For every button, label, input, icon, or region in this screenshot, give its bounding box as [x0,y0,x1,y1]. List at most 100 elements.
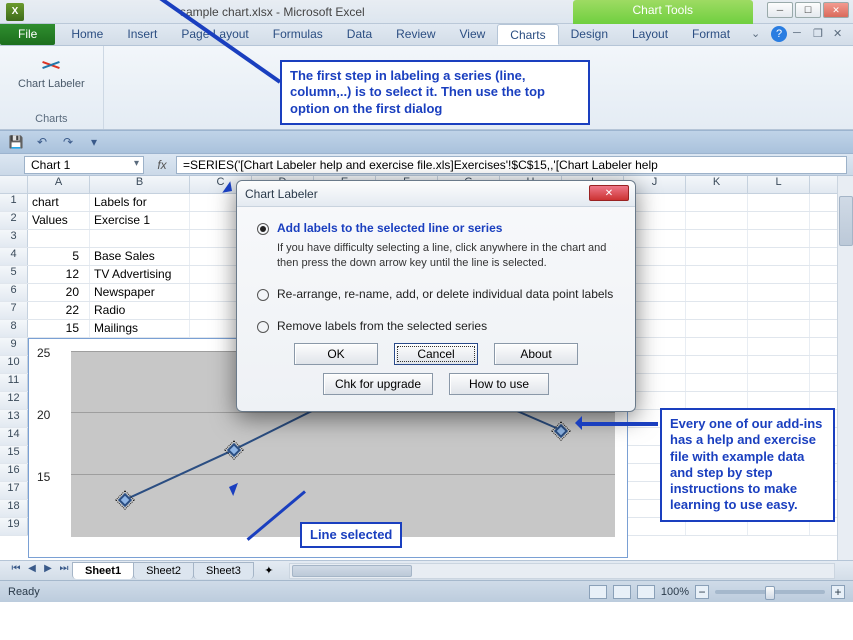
cell[interactable] [686,302,748,319]
row-header[interactable]: 18 [0,500,28,517]
cell[interactable]: 22 [28,302,90,319]
row-header[interactable]: 15 [0,446,28,463]
row-header[interactable]: 3 [0,230,28,247]
select-all-corner[interactable] [0,176,28,193]
cell[interactable]: 12 [28,266,90,283]
cell[interactable] [748,374,810,391]
row-header[interactable]: 17 [0,482,28,499]
row-header[interactable]: 2 [0,212,28,229]
view-page-break-icon[interactable] [637,585,655,599]
redo-icon[interactable]: ↷ [58,133,78,151]
row-header[interactable]: 14 [0,428,28,445]
cell[interactable] [686,338,748,355]
dialog-option-rearrange[interactable]: Re-arrange, re-name, add, or delete indi… [257,287,615,301]
col-header[interactable]: K [686,176,748,193]
undo-icon[interactable]: ↶ [32,133,52,151]
row-header[interactable]: 4 [0,248,28,265]
row-header[interactable]: 16 [0,464,28,481]
radio-icon[interactable] [257,289,269,301]
cell[interactable] [748,230,810,247]
view-page-layout-icon[interactable] [613,585,631,599]
cell[interactable]: chart [28,194,90,211]
tab-layout[interactable]: Layout [620,24,680,45]
cell[interactable] [748,212,810,229]
cell[interactable]: Mailings [90,320,190,337]
cancel-button[interactable]: Cancel [394,343,478,365]
radio-icon[interactable] [257,321,269,333]
cell[interactable] [686,212,748,229]
cell[interactable] [686,230,748,247]
doc-close-icon[interactable]: ✕ [833,27,847,41]
name-box[interactable]: Chart 1 [24,156,144,174]
cell[interactable]: 5 [28,248,90,265]
minimize-ribbon-icon[interactable]: ⌄ [751,27,765,41]
row-header[interactable]: 7 [0,302,28,319]
ok-button[interactable]: OK [294,343,378,365]
cell[interactable] [748,194,810,211]
radio-icon[interactable] [257,223,269,235]
cell[interactable] [686,356,748,373]
cell[interactable] [90,230,190,247]
maximize-button[interactable]: ☐ [795,2,821,18]
cell[interactable] [686,284,748,301]
row-header[interactable]: 10 [0,356,28,373]
cell[interactable] [686,248,748,265]
vertical-scrollbar[interactable] [837,176,853,560]
cell[interactable] [28,230,90,247]
dialog-option-remove[interactable]: Remove labels from the selected series [257,319,615,333]
row-header[interactable]: 8 [0,320,28,337]
cell[interactable] [686,194,748,211]
check-upgrade-button[interactable]: Chk for upgrade [323,373,433,395]
tab-formulas[interactable]: Formulas [261,24,335,45]
save-icon[interactable]: 💾 [6,133,26,151]
cell[interactable]: Radio [90,302,190,319]
doc-minimize-icon[interactable]: ─ [793,27,807,41]
about-button[interactable]: About [494,343,578,365]
doc-restore-icon[interactable]: ❐ [813,27,827,41]
fx-icon[interactable]: fx [152,158,172,172]
sheet-tab[interactable]: Sheet1 [72,562,134,579]
sheet-nav-last[interactable]: ⏭ [56,563,72,579]
cell[interactable] [748,356,810,373]
dialog-close-button[interactable]: ✕ [589,185,629,201]
qat-customize-icon[interactable]: ▾ [84,133,104,151]
col-header[interactable]: A [28,176,90,193]
row-header[interactable]: 9 [0,338,28,355]
cell[interactable] [686,374,748,391]
vertical-scrollbar-thumb[interactable] [839,196,853,246]
chart-marker[interactable] [554,424,568,438]
dialog-title-bar[interactable]: Chart Labeler ✕ [237,181,635,207]
sheet-nav-next[interactable]: ▶ [40,563,56,579]
row-header[interactable]: 11 [0,374,28,391]
cell[interactable] [748,266,810,283]
cell[interactable] [748,284,810,301]
col-header[interactable]: L [748,176,810,193]
row-header[interactable]: 19 [0,518,28,535]
cell[interactable] [748,392,810,409]
how-to-use-button[interactable]: How to use [449,373,549,395]
col-header[interactable]: B [90,176,190,193]
cell[interactable] [686,266,748,283]
tab-review[interactable]: Review [384,24,447,45]
tab-file[interactable]: File [0,24,55,45]
cell[interactable]: Labels for [90,194,190,211]
sheet-nav-prev[interactable]: ◀ [24,563,40,579]
tab-view[interactable]: View [448,24,498,45]
zoom-slider[interactable] [715,590,825,594]
row-header[interactable]: 5 [0,266,28,283]
tab-home[interactable]: Home [59,24,115,45]
close-button[interactable]: ✕ [823,2,849,18]
cell[interactable] [686,320,748,337]
cell[interactable]: TV Advertising [90,266,190,283]
cell[interactable] [748,338,810,355]
horizontal-scrollbar[interactable] [289,563,835,579]
cell[interactable]: Base Sales [90,248,190,265]
minimize-button[interactable]: ─ [767,2,793,18]
sheet-tab[interactable]: Sheet2 [133,562,194,579]
insert-sheet-icon[interactable]: ✦ [259,563,279,579]
view-normal-icon[interactable] [589,585,607,599]
chart-marker[interactable] [227,443,241,457]
cell[interactable]: 20 [28,284,90,301]
chart-labeler-button[interactable]: Chart Labeler [10,50,93,94]
cell[interactable] [748,320,810,337]
